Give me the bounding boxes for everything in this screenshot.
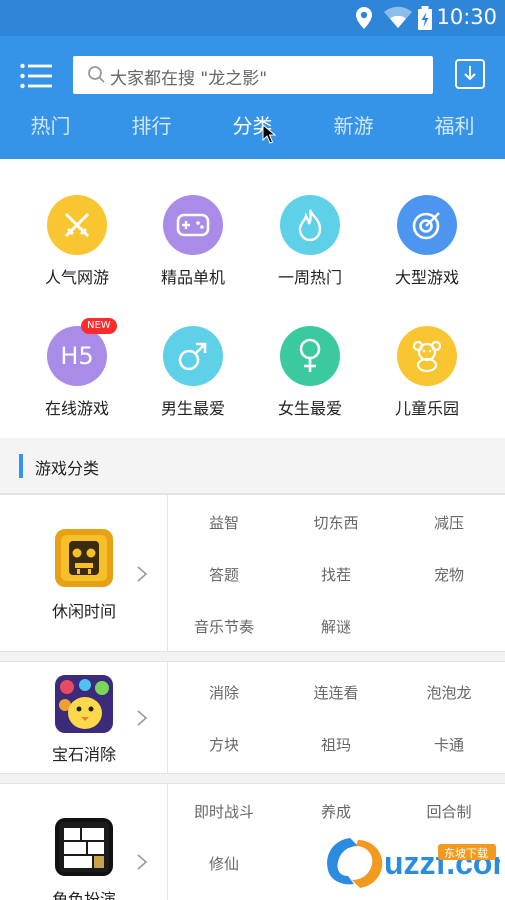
tab-new-games[interactable]: 新游	[303, 110, 404, 139]
tag-stress-relief[interactable]: 减压	[393, 512, 505, 533]
tag-cultivation[interactable]: 修仙	[168, 853, 280, 874]
tab-benefits[interactable]: 福利	[404, 110, 505, 139]
category-grid: 人气网游 精品单机 一周热门 大型游戏 H5 NEW 在线游戏 男生最爱 女生最…	[0, 159, 505, 438]
tag-spot-difference[interactable]: 找茬	[280, 564, 392, 585]
status-bar: 10:30	[0, 0, 505, 36]
category-boys-favorite[interactable]: 男生最爱	[143, 326, 243, 419]
tag-cartoon[interactable]: 卡通	[393, 734, 505, 755]
tag-link-link[interactable]: 连连看	[280, 682, 392, 703]
crossed-swords-icon	[47, 195, 107, 255]
game-group-match: 宝石消除 消除 连连看 泡泡龙 方块 祖玛 卡通	[0, 661, 505, 774]
category-label: 在线游戏	[44, 399, 109, 418]
section-header: 游戏分类	[0, 438, 505, 494]
category-label: 男生最爱	[160, 399, 225, 418]
chevron-right-icon	[137, 710, 148, 726]
tag-bubble-shooter[interactable]: 泡泡龙	[393, 682, 505, 703]
group-header-casual[interactable]: 休闲时间	[0, 495, 168, 651]
gem-match-app-icon	[55, 675, 113, 733]
gamepad-icon	[163, 195, 223, 255]
category-large-games[interactable]: 大型游戏	[377, 195, 477, 288]
male-icon	[163, 326, 223, 386]
tag-nurturing[interactable]: 养成	[280, 801, 392, 822]
new-badge: NEW	[81, 318, 117, 334]
tag-zuma[interactable]: 祖玛	[280, 734, 392, 755]
temple-run-app-icon	[55, 529, 113, 587]
status-time: 10:30	[436, 5, 497, 29]
tab-category[interactable]: 分类	[202, 110, 303, 139]
group-header-match[interactable]: 宝石消除	[0, 662, 168, 773]
tag-elimination[interactable]: 消除	[168, 682, 280, 703]
tab-hot[interactable]: 热门	[0, 110, 101, 139]
chevron-right-icon	[137, 854, 148, 870]
app-header: 大家都在搜 "龙之影" 热门 排行 分类 新游 福利	[0, 36, 505, 159]
search-icon	[88, 66, 105, 83]
teddy-bear-icon	[397, 326, 457, 386]
category-label: 女生最爱	[277, 399, 342, 418]
category-label: 大型游戏	[394, 268, 459, 287]
section-title: 游戏分类	[35, 459, 100, 478]
tab-ranking[interactable]: 排行	[101, 110, 202, 139]
watermark-subtext: 东坡下载	[444, 847, 488, 860]
download-icon	[464, 66, 476, 81]
category-label: 精品单机	[160, 268, 225, 287]
tag-quiz[interactable]: 答题	[168, 564, 280, 585]
h5-icon: H5 NEW	[47, 318, 117, 386]
category-label: 一周热门	[277, 268, 342, 287]
tag-real-time-combat[interactable]: 即时战斗	[168, 801, 280, 822]
gta-app-icon	[55, 818, 113, 876]
tag-blocks[interactable]: 方块	[168, 734, 280, 755]
category-premium-standalone[interactable]: 精品单机	[143, 195, 243, 288]
search-placeholder: 大家都在搜 "龙之影"	[110, 69, 268, 89]
menu-icon[interactable]	[20, 63, 52, 89]
female-icon	[280, 326, 340, 386]
battery-charging-icon	[418, 6, 432, 30]
category-girls-favorite[interactable]: 女生最爱	[260, 326, 360, 419]
group-header-rpg[interactable]: 角色扮演	[0, 784, 168, 900]
tag-puzzle[interactable]: 益智	[168, 512, 280, 533]
chevron-right-icon	[137, 566, 148, 582]
section-accent-bar	[19, 454, 23, 478]
category-weekly-hot[interactable]: 一周热门	[260, 195, 360, 288]
category-label: 儿童乐园	[394, 399, 459, 418]
flame-icon	[280, 195, 340, 255]
tag-pets[interactable]: 宠物	[393, 564, 505, 585]
category-online-games[interactable]: H5 NEW 在线游戏	[27, 318, 127, 419]
search-input[interactable]: 大家都在搜 "龙之影"	[73, 56, 433, 94]
category-kids-paradise[interactable]: 儿童乐园	[377, 326, 477, 419]
tag-music-rhythm[interactable]: 音乐节奏	[168, 616, 280, 637]
target-icon	[397, 195, 457, 255]
group-name: 角色扮演	[51, 890, 116, 900]
group-name: 宝石消除	[51, 745, 116, 764]
tag-mystery[interactable]: 解谜	[280, 616, 392, 637]
category-popular-online[interactable]: 人气网游	[27, 195, 127, 288]
game-group-casual: 休闲时间 益智 切东西 减压 答题 找茬 宠物 音乐节奏 解谜	[0, 494, 505, 652]
main-tabs: 热门 排行 分类 新游 福利	[0, 110, 505, 150]
location-icon	[356, 7, 372, 29]
tag-turn-based[interactable]: 回合制	[393, 801, 505, 822]
download-button[interactable]	[455, 59, 485, 89]
wifi-icon	[384, 6, 412, 28]
category-label: 人气网游	[44, 268, 109, 287]
uzzf-watermark-logo: uzzf.com 东坡下载	[327, 838, 500, 888]
group-name: 休闲时间	[51, 602, 116, 621]
tag-cut-things[interactable]: 切东西	[280, 512, 392, 533]
mouse-cursor-icon	[262, 124, 276, 144]
